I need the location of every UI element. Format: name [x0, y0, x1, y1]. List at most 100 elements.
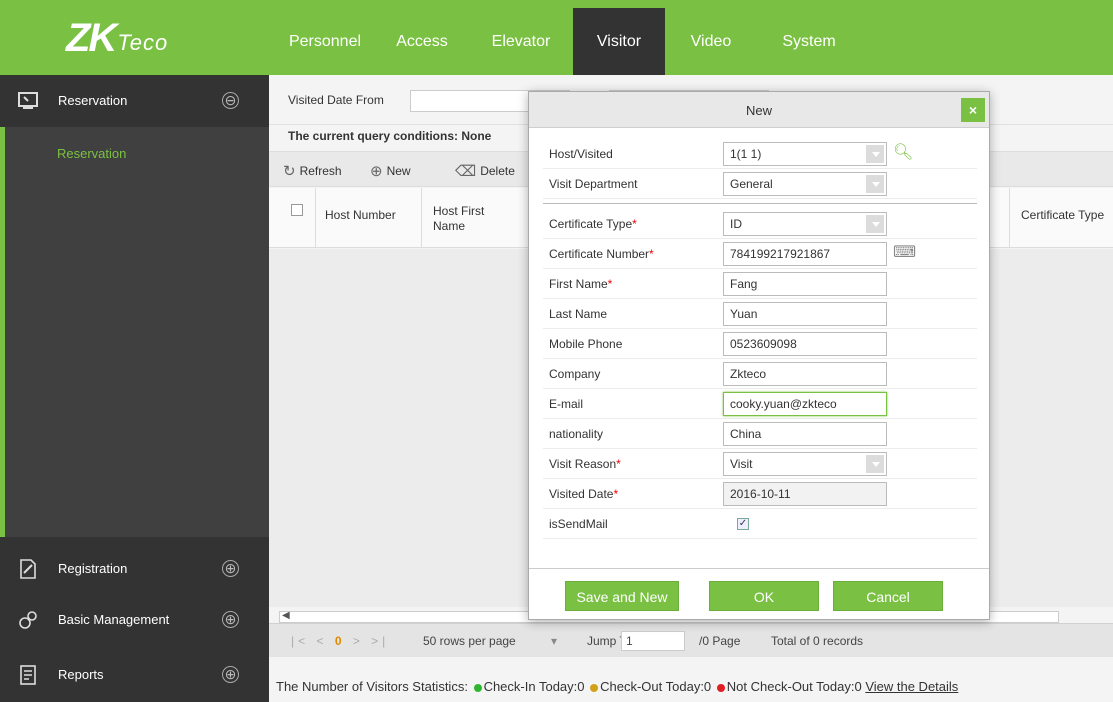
logo-main: ZK: [66, 16, 117, 60]
first-name-label: First Name*: [549, 277, 613, 291]
column-divider: [421, 188, 422, 248]
chevron-down-icon[interactable]: [866, 175, 884, 193]
col-certificate-type[interactable]: Certificate Type: [1021, 208, 1104, 222]
select-all-checkbox[interactable]: [291, 204, 303, 216]
dialog-title: New: [745, 103, 772, 118]
visit-reason-label: Visit Reason*: [549, 457, 621, 471]
expand-icon[interactable]: ⊕: [222, 666, 239, 683]
host-visited-select[interactable]: 1(1 1): [723, 142, 887, 166]
total-records: Total of 0 records: [771, 634, 864, 648]
sidebar-subitem-reservation[interactable]: Reservation: [57, 146, 126, 161]
edit-document-icon: [20, 559, 36, 579]
logo-sub: Teco: [117, 30, 169, 55]
sidebar-item-reports[interactable]: Reports ⊕: [0, 649, 269, 701]
col-host-number[interactable]: Host Number: [325, 208, 396, 222]
pager-nav[interactable]: |< < 0 > >|: [291, 634, 389, 648]
col-host-first-name-2: Name: [433, 219, 466, 233]
view-details-link[interactable]: View the Details: [865, 679, 958, 694]
sidebar: Reservation ⊖ Reservation Registration ⊕…: [0, 75, 269, 702]
visitor-statistics: The Number of Visitors Statistics: Check…: [276, 679, 958, 694]
chevron-down-icon[interactable]: [866, 145, 884, 163]
visit-department-select[interactable]: General: [723, 172, 887, 196]
expand-icon[interactable]: ⊕: [222, 611, 239, 628]
row-host-visited: Host/Visited 1(1 1) 🔍︎: [543, 139, 977, 169]
page-count: /0 Page: [699, 634, 741, 648]
dialog-header: New ×: [529, 92, 989, 128]
dialog-footer: Save and New OK Cancel: [529, 568, 989, 619]
row-nationality: nationality China: [543, 419, 977, 449]
certificate-number-label: Certificate Number*: [549, 247, 654, 261]
scroll-left-icon[interactable]: ◀: [282, 610, 290, 621]
row-certificate-number: Certificate Number* 784199217921867 ⌨: [543, 239, 977, 269]
jump-to-input[interactable]: 1: [621, 631, 685, 651]
visited-date-input[interactable]: 2016-10-11: [723, 482, 887, 506]
nav-elevator[interactable]: Elevator: [469, 8, 573, 75]
email-field[interactable]: cooky.yuan@zkteco: [723, 392, 887, 416]
nav-system[interactable]: System: [757, 8, 861, 75]
column-divider: [1009, 188, 1010, 248]
nav-personnel[interactable]: Personnel: [275, 8, 375, 75]
new-button[interactable]: ⊕ New: [370, 162, 411, 180]
sidebar-item-reservation[interactable]: Reservation ⊖: [0, 75, 269, 127]
id-card-reader-icon[interactable]: ⌨: [893, 242, 916, 262]
rows-dropdown-icon[interactable]: ▾: [551, 634, 557, 648]
first-name-input[interactable]: Fang: [723, 272, 887, 296]
sidebar-item-basic-management[interactable]: Basic Management ⊕: [0, 594, 269, 646]
checkin-count: Check-In Today:0: [483, 679, 585, 694]
save-and-new-button[interactable]: Save and New: [565, 581, 679, 611]
host-visited-value: 1(1 1): [730, 147, 762, 161]
checkout-dot-icon: [590, 683, 599, 692]
row-first-name: First Name* Fang: [543, 269, 977, 299]
row-company: Company Zkteco: [543, 359, 977, 389]
refresh-icon: ↻: [283, 163, 296, 180]
cancel-button[interactable]: Cancel: [833, 581, 943, 611]
col-host-first-name-1[interactable]: Host First: [433, 204, 484, 218]
sidebar-item-registration[interactable]: Registration ⊕: [0, 543, 269, 595]
company-input[interactable]: Zkteco: [723, 362, 887, 386]
row-visit-reason: Visit Reason* Visit: [543, 449, 977, 479]
current-page: 0: [334, 634, 346, 648]
new-label: New: [386, 164, 411, 178]
monitor-icon: [18, 92, 38, 109]
visit-reason-select[interactable]: Visit: [723, 452, 887, 476]
nav-video[interactable]: Video: [665, 8, 757, 75]
certificate-number-input[interactable]: 784199217921867: [723, 242, 887, 266]
certificate-type-select[interactable]: ID: [723, 212, 887, 236]
is-send-mail-label: isSendMail: [549, 517, 608, 531]
certificate-type-label: Certificate Type*: [549, 217, 637, 231]
row-is-send-mail: isSendMail ✓: [543, 509, 977, 539]
nationality-input[interactable]: China: [723, 422, 887, 446]
nav-visitor[interactable]: Visitor: [573, 8, 665, 75]
last-name-input[interactable]: Yuan: [723, 302, 887, 326]
statistics-prefix: The Number of Visitors Statistics:: [276, 679, 468, 694]
row-visit-department: Visit Department General: [543, 169, 977, 199]
email-label: E-mail: [549, 397, 584, 411]
delete-button[interactable]: ⌫ Delete: [455, 162, 515, 180]
checkout-count: Check-Out Today:0: [600, 679, 712, 694]
search-icon[interactable]: 🔍︎: [893, 142, 913, 162]
refresh-label: Refresh: [299, 164, 342, 178]
ok-button[interactable]: OK: [709, 581, 819, 611]
chevron-down-icon[interactable]: [866, 455, 884, 473]
main-nav: Personnel Access Elevator Visitor Video …: [275, 8, 861, 75]
checkin-dot-icon: [473, 683, 482, 692]
delete-label: Delete: [480, 164, 515, 178]
delete-icon: ⌫: [455, 163, 477, 180]
row-email: E-mail cooky.yuan@zkteco: [543, 389, 977, 419]
column-divider: [315, 188, 316, 248]
is-send-mail-checkbox[interactable]: ✓: [737, 518, 749, 530]
chevron-down-icon[interactable]: [866, 215, 884, 233]
expand-icon[interactable]: ⊕: [222, 560, 239, 577]
close-icon[interactable]: ×: [961, 98, 985, 122]
nav-access[interactable]: Access: [375, 8, 469, 75]
refresh-button[interactable]: ↻ Refresh: [283, 162, 342, 180]
visit-reason-value: Visit: [730, 457, 753, 471]
sidebar-item-label: Registration: [58, 561, 128, 576]
certificate-type-value: ID: [730, 217, 742, 231]
mobile-phone-input[interactable]: 0523609098: [723, 332, 887, 356]
rows-per-page-select[interactable]: 50 rows per page: [423, 634, 516, 648]
visit-department-label: Visit Department: [549, 177, 638, 191]
collapse-icon[interactable]: ⊖: [222, 92, 239, 109]
zkteco-logo: ZK Teco: [66, 16, 169, 60]
row-mobile-phone: Mobile Phone 0523609098: [543, 329, 977, 359]
